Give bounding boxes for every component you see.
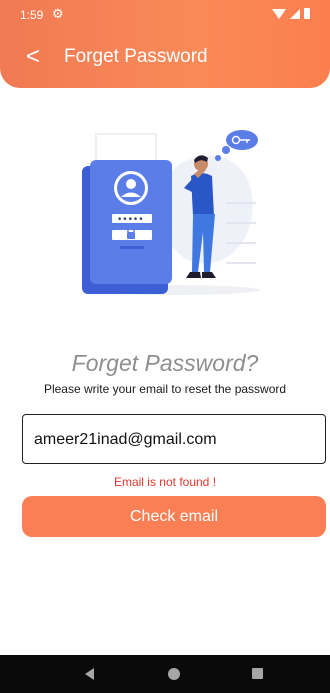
system-nav-bar xyxy=(0,655,330,693)
status-bar: 1:59 ⚙ xyxy=(0,0,330,28)
back-button[interactable]: < xyxy=(26,43,48,71)
check-email-button[interactable]: Check email xyxy=(22,496,326,537)
login-illustration: ••••• xyxy=(76,122,262,298)
email-input[interactable] xyxy=(34,428,314,452)
app-header: 1:59 ⚙ < Forget Password xyxy=(0,0,330,88)
nav-back-icon[interactable] xyxy=(85,668,94,680)
status-time: 1:59 xyxy=(20,8,44,22)
page-title: Forget Password xyxy=(64,46,208,67)
password-mask: ••••• xyxy=(117,215,144,225)
check-email-button-label: Check email xyxy=(129,507,219,525)
email-field[interactable] xyxy=(22,414,326,464)
forget-password-heading: Forget Password? xyxy=(71,350,259,376)
gear-icon: ⚙ xyxy=(52,6,64,21)
battery-icon xyxy=(304,8,310,19)
chevron-left-icon: < xyxy=(26,43,41,70)
nav-recents-icon[interactable] xyxy=(252,668,263,679)
nav-home-icon[interactable] xyxy=(168,668,180,680)
signal-icon xyxy=(290,8,300,19)
error-message: Email is not found ! xyxy=(113,475,217,489)
login-illustration-svg: ••••• xyxy=(82,130,260,295)
instructions-text: Please write your email to reset the pas… xyxy=(43,382,287,396)
wifi-icon xyxy=(272,8,286,19)
status-icons xyxy=(272,8,310,19)
